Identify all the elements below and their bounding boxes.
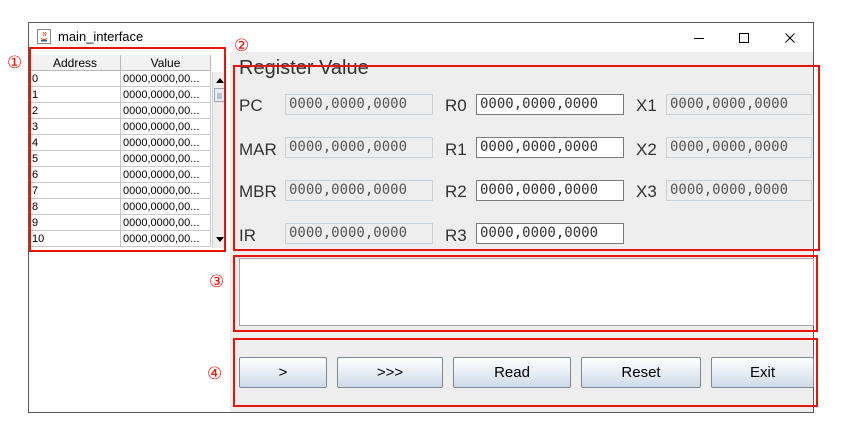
java-app-icon	[37, 29, 51, 44]
minimize-button[interactable]	[676, 23, 722, 52]
annotation-marker-3: ③	[209, 272, 225, 292]
annotation-marker-1: ①	[7, 53, 23, 73]
annotation-marker-2: ②	[234, 36, 250, 56]
annotation-marker-4: ④	[207, 364, 223, 384]
annotation-box-1	[29, 47, 226, 252]
minimize-icon	[694, 37, 704, 39]
close-icon	[785, 32, 795, 43]
annotation-box-4	[233, 338, 818, 407]
close-button[interactable]	[767, 23, 813, 52]
maximize-button[interactable]	[721, 23, 767, 52]
annotation-box-3	[233, 255, 818, 332]
window-title: main_interface	[58, 29, 144, 44]
annotation-box-2	[233, 65, 820, 251]
maximize-icon	[739, 32, 749, 43]
